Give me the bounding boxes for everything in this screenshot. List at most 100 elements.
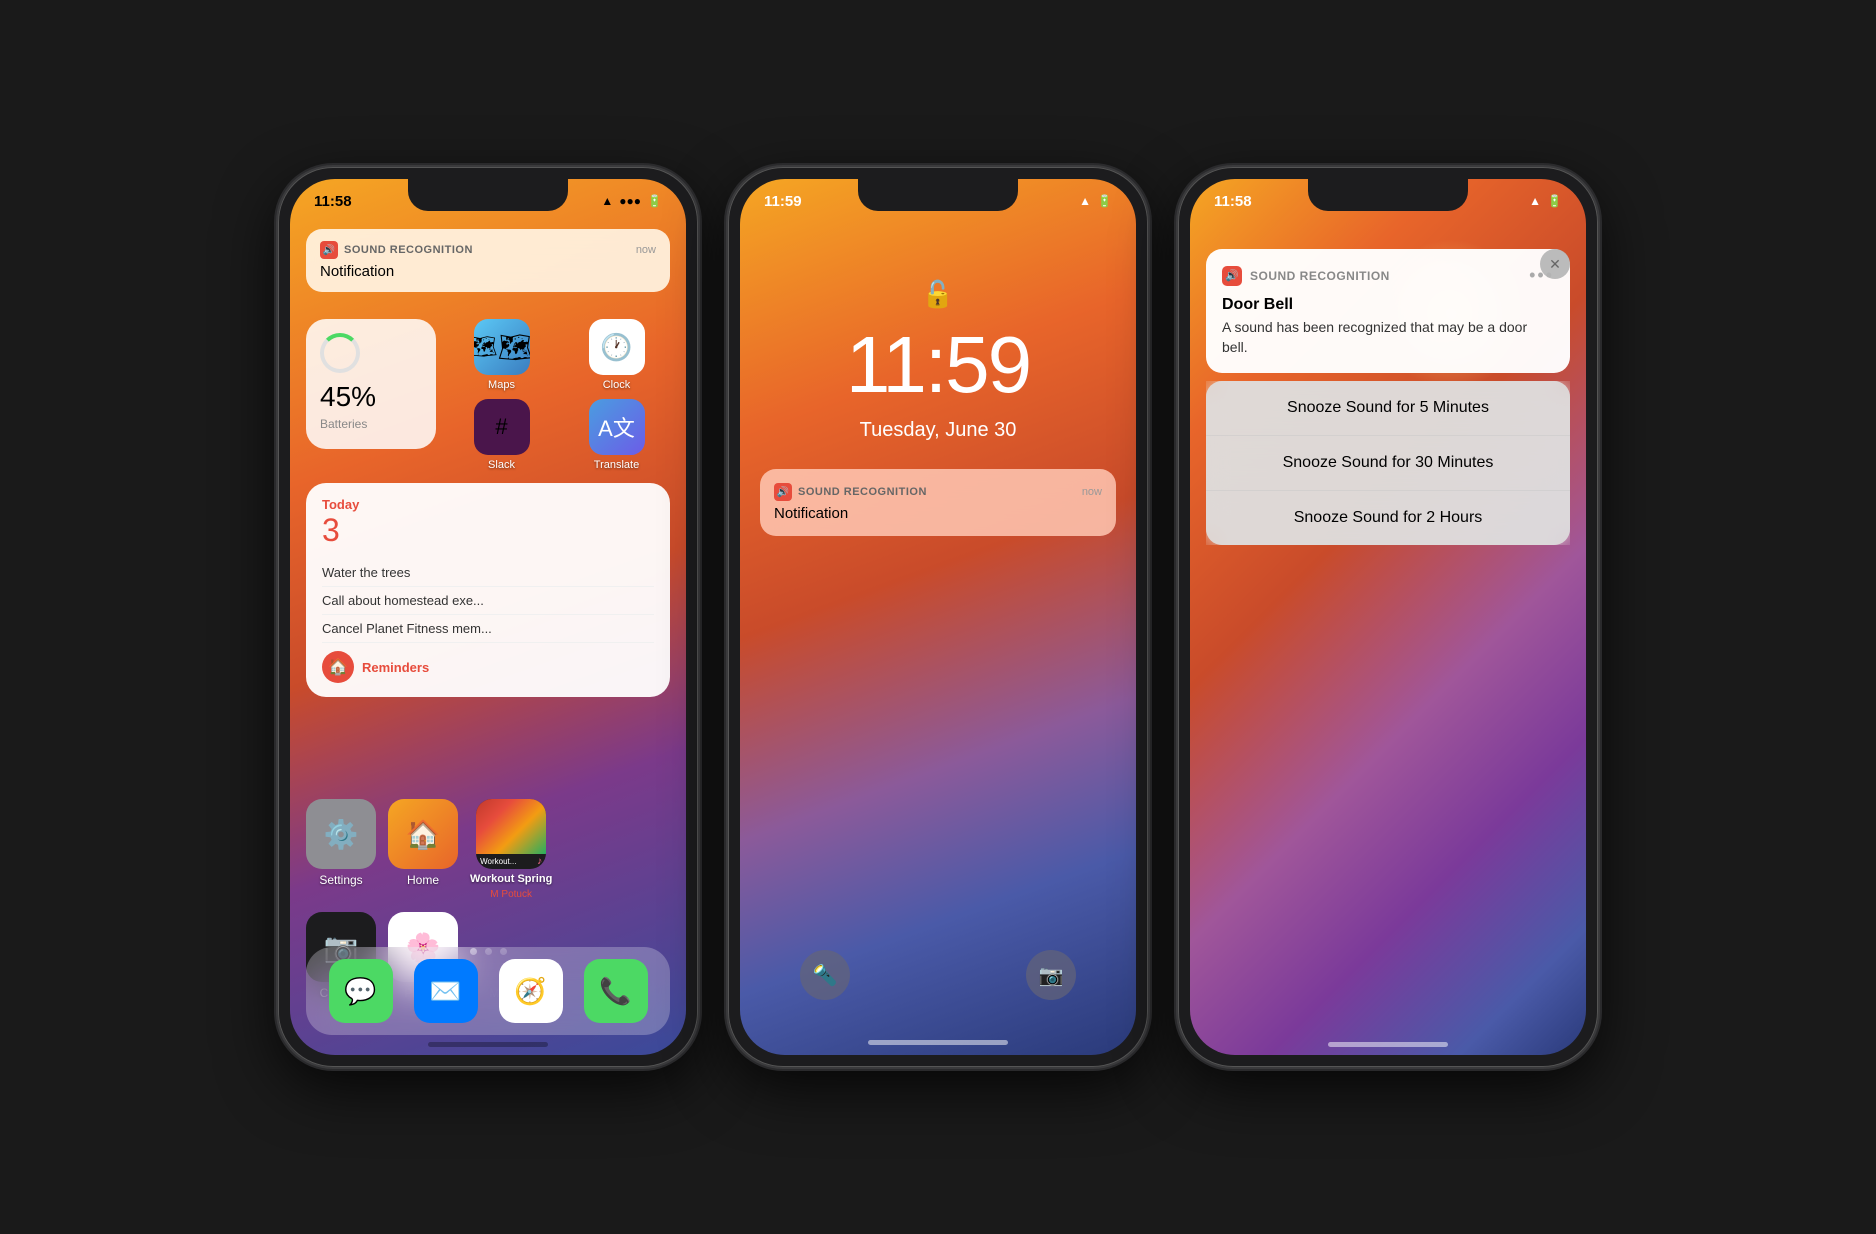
widget-area-1: 45% Batteries 🗺 Maps (306, 319, 670, 697)
slack-label: Slack (488, 459, 515, 471)
notif-app-name-1: SOUND RECOGNITION (344, 244, 473, 256)
snooze-30-minutes-button[interactable]: Snooze Sound for 30 Minutes (1206, 435, 1570, 490)
dock-1: 💬 ✉️ 🧭 📞 (306, 947, 670, 1035)
lock-controls: 🔦 📷 (740, 950, 1136, 1000)
snooze-2-hours-button[interactable]: Snooze Sound for 2 Hours (1206, 490, 1570, 545)
lock-symbol: 🔓 (922, 279, 954, 309)
reminders-section-label: Reminders (362, 660, 429, 675)
notch-2 (858, 179, 1018, 211)
notif-card-app-info: 🔊 SOUND RECOGNITION (1222, 266, 1390, 286)
camera-lock-icon: 📷 (1039, 963, 1064, 988)
flashlight-button[interactable]: 🔦 (800, 950, 850, 1000)
battery-widget[interactable]: 45% Batteries (306, 319, 436, 449)
notif-card-header: 🔊 SOUND RECOGNITION ••• (1222, 265, 1554, 286)
status-icons-1: ▲ ●●● 🔋 (601, 194, 662, 208)
app-icons-grid: 🗺 Maps 🕐 Clock (448, 319, 670, 471)
notif-message-1: Notification (320, 263, 656, 280)
phone2-screen: 11:59 ▲ 🔋 🔓 11:59 Tuesday, June 30 🔊 (740, 179, 1136, 1055)
music-app[interactable]: Workout... ♪ Workout Spring M Potuck (470, 799, 552, 900)
home-app[interactable]: 🏠 Home (388, 799, 458, 900)
snooze-options-group: Snooze Sound for 5 Minutes Snooze Sound … (1206, 381, 1570, 545)
close-notification-button[interactable]: ✕ (1540, 249, 1570, 279)
clock-emoji: 🕐 (600, 332, 632, 363)
widget-row-1: 45% Batteries 🗺 Maps (306, 319, 670, 471)
lock-time: 11:59 (740, 319, 1136, 411)
reminders-count: 3 (322, 512, 359, 549)
lock-sound-recognition-icon: 🔊 (774, 483, 792, 501)
music-album-title: Workout Spring (470, 873, 552, 885)
reminder-item-2: Call about homestead exe... (322, 587, 654, 615)
snooze-5-minutes-button[interactable]: Snooze Sound for 5 Minutes (1206, 381, 1570, 435)
status-time-2: 11:59 (764, 193, 802, 210)
camera-lock-button[interactable]: 📷 (1026, 950, 1076, 1000)
maps-emoji: 🗺 (474, 334, 498, 360)
music-title-small: Workout... (480, 857, 516, 866)
notification-card: 🔊 SOUND RECOGNITION ••• Door Bell A soun… (1206, 249, 1570, 373)
translate-emoji: A文 (598, 411, 635, 443)
safari-dock-icon[interactable]: 🧭 (499, 959, 563, 1023)
lock-date: Tuesday, June 30 (740, 419, 1136, 442)
reminders-widget[interactable]: Today 3 Water the trees Call about homes… (306, 483, 670, 697)
notif-card-app-name: SOUND RECOGNITION (1250, 269, 1390, 283)
clock-app-item[interactable]: 🕐 Clock (563, 319, 670, 391)
status-icons-2: ▲ 🔋 (1079, 194, 1112, 208)
notch (408, 179, 568, 211)
lock-notif-app-info: 🔊 SOUND RECOGNITION (774, 483, 927, 501)
notif-app-info-1: 🔊 SOUND RECOGNITION (320, 241, 473, 259)
battery-circle (320, 333, 360, 373)
translate-label: Translate (594, 459, 639, 471)
sound-recognition-icon-1: 🔊 (320, 241, 338, 259)
music-info: Workout... ♪ (476, 854, 546, 869)
settings-icon: ⚙️ (306, 799, 376, 869)
notch-3 (1308, 179, 1468, 211)
expanded-notif-bg: 11:58 ▲ 🔋 ✕ 🔊 SOUND RECOGNITIO (1190, 179, 1586, 1055)
battery-icon-2: 🔋 (1097, 194, 1112, 208)
lock-notif-time: now (1082, 486, 1102, 498)
snooze-30-label: Snooze Sound for 30 Minutes (1283, 454, 1494, 471)
notif-header-1: 🔊 SOUND RECOGNITION now (320, 241, 656, 259)
battery-icon-1: 🔋 (647, 194, 662, 208)
iphone-2: 11:59 ▲ 🔋 🔓 11:59 Tuesday, June 30 🔊 (728, 167, 1148, 1067)
music-note-icon: ♪ (537, 856, 542, 867)
notification-body: A sound has been recognized that may be … (1222, 318, 1554, 357)
phone-dock-icon[interactable]: 📞 (584, 959, 648, 1023)
snooze-5-label: Snooze Sound for 5 Minutes (1287, 399, 1489, 416)
status-icons-3: ▲ 🔋 (1529, 194, 1562, 208)
home-icon: 🏠 (388, 799, 458, 869)
settings-label: Settings (319, 873, 362, 887)
slack-emoji: # (495, 414, 507, 440)
maps-label: Maps (488, 379, 515, 391)
notif-card-app-icon: 🔊 (1222, 266, 1242, 286)
reminders-home-icon: 🏠 (322, 651, 354, 683)
reminders-day-label: Today 3 (322, 497, 359, 549)
mail-dock-icon[interactable]: ✉️ (414, 959, 478, 1023)
messages-dock-icon[interactable]: 💬 (329, 959, 393, 1023)
translate-icon: A文 (589, 399, 645, 455)
lock-screen-bg: 11:59 ▲ 🔋 🔓 11:59 Tuesday, June 30 🔊 (740, 179, 1136, 1055)
close-icon: ✕ (1549, 256, 1561, 273)
lock-notif-message: Notification (774, 505, 1102, 522)
translate-app-item[interactable]: A文 Translate (563, 399, 670, 471)
lock-notif-header: 🔊 SOUND RECOGNITION now (774, 483, 1102, 501)
settings-app[interactable]: ⚙️ Settings (306, 799, 376, 900)
signal-icon-1: ●●● (619, 194, 641, 208)
expanded-notif-container: ✕ 🔊 SOUND RECOGNITION ••• Door Bell A so… (1206, 249, 1570, 545)
notification-banner-1[interactable]: 🔊 SOUND RECOGNITION now Notification (306, 229, 670, 292)
home-label: Home (407, 873, 439, 887)
flashlight-icon: 🔦 (813, 963, 838, 988)
maps-app-item[interactable]: 🗺 Maps (448, 319, 555, 391)
reminder-item-1: Water the trees (322, 559, 654, 587)
clock-label: Clock (603, 379, 631, 391)
lock-icon: 🔓 (740, 279, 1136, 310)
home-screen-bg: 11:58 ▲ ●●● 🔋 🔊 SOUND RECOGNITION now No… (290, 179, 686, 1055)
reminders-header: Today 3 (322, 497, 654, 549)
lock-notif-app-name: SOUND RECOGNITION (798, 486, 927, 498)
today-label: Today (322, 497, 359, 512)
phone3-screen: 11:58 ▲ 🔋 ✕ 🔊 SOUND RECOGNITIO (1190, 179, 1586, 1055)
music-icon-container: Workout... ♪ (476, 799, 546, 869)
lock-notification[interactable]: 🔊 SOUND RECOGNITION now Notification (760, 469, 1116, 536)
slack-app-item[interactable]: # Slack (448, 399, 555, 471)
app-row-1: ⚙️ Settings 🏠 Home Workout... (306, 799, 670, 900)
reminder-item-3: Cancel Planet Fitness mem... (322, 615, 654, 643)
iphone-3: 11:58 ▲ 🔋 ✕ 🔊 SOUND RECOGNITIO (1178, 167, 1598, 1067)
